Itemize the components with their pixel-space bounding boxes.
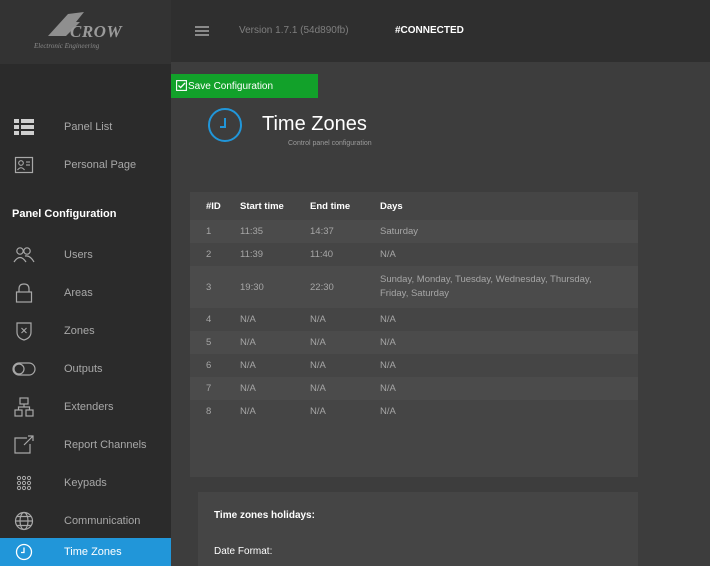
globe-icon	[12, 509, 36, 533]
cell-id: 7	[206, 383, 212, 394]
cell-days: Saturday	[380, 225, 419, 237]
sidebar-item-label: Areas	[64, 287, 93, 299]
cell-start-time: N/A	[240, 337, 256, 348]
id-card-icon	[12, 153, 36, 177]
users-icon	[12, 243, 36, 267]
sidebar-item-zones[interactable]: Zones	[0, 312, 171, 350]
network-icon	[12, 395, 36, 419]
cell-end-time: 22:30	[310, 281, 334, 293]
cell-days: N/A	[380, 382, 396, 394]
top-bar: Version 1.7.1 (54d890fb) #CONNECTED	[171, 0, 710, 62]
sidebar-item-label: Time Zones	[64, 546, 122, 558]
cell-end-time: N/A	[310, 314, 326, 325]
time-zones-table-card: #ID Start time End time Days 1 11:35 14:…	[190, 192, 638, 477]
table-row[interactable]: 7 N/A N/A N/A	[190, 377, 638, 400]
cell-days: N/A	[380, 313, 396, 325]
cell-id: 1	[206, 226, 212, 237]
sidebar-item-personal-page[interactable]: Personal Page	[0, 146, 171, 184]
time-zones-table: #ID Start time End time Days 1 11:35 14:…	[190, 192, 638, 423]
toggle-icon	[12, 357, 36, 381]
table-row[interactable]: 4 N/A N/A N/A	[190, 308, 638, 331]
cell-start-time: 11:35	[240, 226, 264, 237]
cell-days: N/A	[380, 405, 396, 417]
sidebar-item-label: Zones	[64, 325, 95, 337]
cell-days: N/A	[380, 336, 396, 348]
list-icon	[12, 115, 36, 139]
table-row[interactable]: 6 N/A N/A N/A	[190, 354, 638, 377]
cell-start-time: N/A	[240, 314, 256, 325]
page-title: Time Zones	[262, 113, 367, 135]
sidebar-item-label: Report Channels	[64, 439, 147, 451]
column-header-days: Days	[380, 200, 403, 212]
holidays-card: Time zones holidays: Date Format:	[198, 492, 638, 566]
clock-icon	[12, 540, 36, 564]
cell-end-time: N/A	[310, 383, 326, 394]
table-row[interactable]: 3 19:30 22:30 Sunday, Monday, Tuesday, W…	[190, 266, 638, 308]
shield-icon	[12, 319, 36, 343]
cell-days: N/A	[380, 248, 396, 260]
sidebar-item-areas[interactable]: Areas	[0, 274, 171, 312]
time-zones-clock-icon	[208, 108, 242, 142]
version-label: Version 1.7.1 (54d890fb)	[239, 25, 349, 36]
cell-end-time: N/A	[310, 360, 326, 371]
cell-end-time: N/A	[310, 406, 326, 417]
sidebar-item-label: Keypads	[64, 477, 107, 489]
cell-end-time: N/A	[310, 337, 326, 348]
report-icon	[12, 433, 36, 457]
table-row[interactable]: 8 N/A N/A N/A	[190, 400, 638, 423]
sidebar: CROW Electronic Engineering Panel List P…	[0, 0, 171, 566]
cell-start-time: N/A	[240, 383, 256, 394]
cell-id: 2	[206, 249, 212, 260]
sidebar-item-outputs[interactable]: Outputs	[0, 350, 171, 388]
save-configuration-label: Save Configuration	[188, 80, 274, 92]
sidebar-item-report-channels[interactable]: Report Channels	[0, 426, 171, 464]
column-header-end-time: End time	[310, 200, 351, 212]
cell-start-time: 11:39	[240, 249, 264, 260]
keypad-icon	[12, 471, 36, 495]
logo-tagline: Electronic Engineering	[34, 42, 100, 50]
logo-brand: CROW	[70, 22, 123, 41]
sidebar-section-title: Panel Configuration	[12, 208, 117, 220]
sidebar-item-label: Communication	[64, 515, 141, 527]
sidebar-item-label: Extenders	[64, 401, 114, 413]
lock-icon	[12, 281, 36, 305]
sidebar-item-time-zones[interactable]: Time Zones	[0, 538, 171, 566]
cell-id: 3	[206, 281, 212, 293]
cell-days: N/A	[380, 359, 396, 371]
save-configuration-button[interactable]: Save Configuration	[171, 74, 318, 98]
sidebar-item-keypads[interactable]: Keypads	[0, 464, 171, 502]
check-square-icon	[176, 80, 187, 91]
cell-id: 6	[206, 360, 212, 371]
column-header-id: #ID	[206, 200, 221, 212]
crow-logo[interactable]: CROW Electronic Engineering	[0, 0, 171, 64]
cell-id: 4	[206, 314, 212, 325]
sidebar-item-label: Users	[64, 249, 93, 261]
sidebar-item-label: Panel List	[64, 121, 113, 133]
page-subtitle: Control panel configuration	[288, 140, 372, 147]
menu-icon[interactable]	[195, 26, 209, 36]
cell-start-time: N/A	[240, 406, 256, 417]
table-row[interactable]: 2 11:39 11:40 N/A	[190, 243, 638, 266]
column-header-start-time: Start time	[240, 200, 284, 212]
cell-end-time: 11:40	[310, 249, 334, 260]
sidebar-item-communication[interactable]: Communication	[0, 502, 171, 540]
cell-start-time: N/A	[240, 360, 256, 371]
holidays-title: Time zones holidays:	[214, 510, 315, 521]
sidebar-item-panel-list[interactable]: Panel List	[0, 108, 171, 146]
sidebar-item-label: Personal Page	[64, 159, 137, 171]
cell-start-time: 19:30	[240, 281, 264, 293]
table-row[interactable]: 1 11:35 14:37 Saturday	[190, 220, 638, 243]
sidebar-item-users[interactable]: Users	[0, 236, 171, 274]
cell-days: Sunday, Monday, Tuesday, Wednesday, Thur…	[380, 274, 592, 299]
connection-status: #CONNECTED	[395, 25, 464, 36]
cell-id: 5	[206, 337, 212, 348]
sidebar-item-extenders[interactable]: Extenders	[0, 388, 171, 426]
date-format-label: Date Format:	[214, 546, 273, 557]
table-row[interactable]: 5 N/A N/A N/A	[190, 331, 638, 354]
cell-end-time: 14:37	[310, 226, 334, 237]
cell-id: 8	[206, 406, 212, 417]
sidebar-item-label: Outputs	[64, 363, 103, 375]
